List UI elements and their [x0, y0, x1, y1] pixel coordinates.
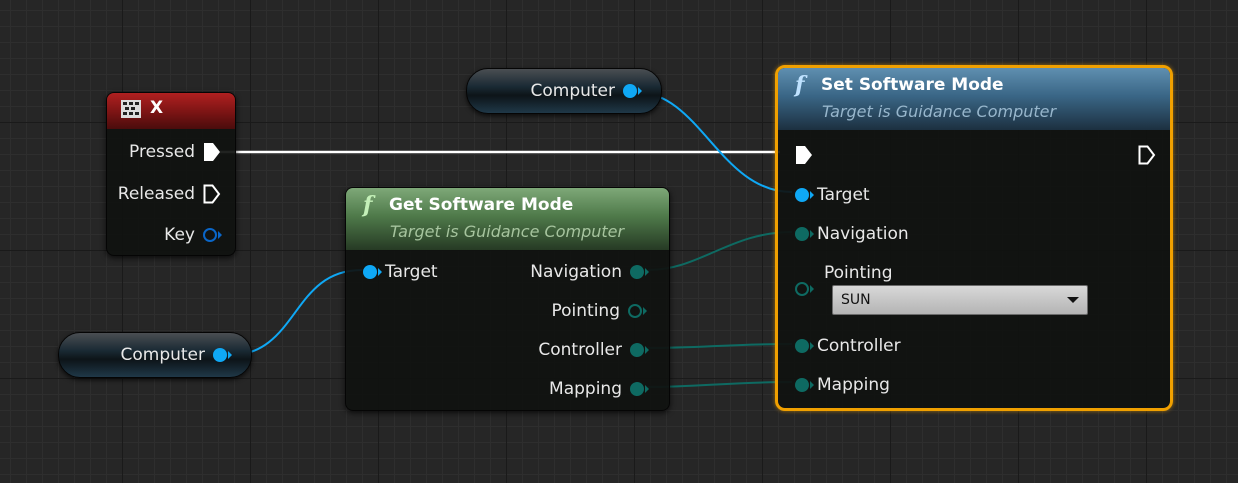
input-key-node[interactable]: X Pressed Released Key — [106, 92, 236, 256]
set-software-mode-header: f Set Software Mode Target is Guidance C… — [778, 68, 1170, 130]
object-pin-icon[interactable] — [623, 84, 642, 98]
set-mapping-pin[interactable]: Mapping — [795, 375, 890, 395]
get-navigation-pin[interactable]: Navigation — [530, 262, 649, 282]
get-mapping-pin[interactable]: Mapping — [549, 379, 649, 399]
exec-in-icon[interactable] — [795, 145, 813, 165]
struct-pin-icon[interactable] — [795, 339, 814, 353]
get-software-mode-title: Get Software Mode — [389, 195, 574, 215]
get-mapping-label: Mapping — [549, 379, 622, 399]
set-navigation-label: Navigation — [817, 224, 909, 244]
get-software-mode-node[interactable]: f Get Software Mode Target is Guidance C… — [345, 187, 670, 411]
exec-out-hollow-icon[interactable] — [1138, 145, 1156, 165]
get-target-label: Target — [385, 262, 438, 282]
set-pointing-label: Pointing — [824, 263, 893, 283]
object-pin-icon[interactable] — [795, 188, 814, 202]
set-mapping-label: Mapping — [817, 375, 890, 395]
object-pin-icon[interactable] — [213, 348, 232, 362]
get-software-mode-header: f Get Software Mode Target is Guidance C… — [346, 188, 669, 250]
struct-pin-icon[interactable] — [630, 382, 649, 396]
set-software-mode-title: Set Software Mode — [821, 75, 1004, 95]
exec-out-filled-icon[interactable] — [203, 142, 221, 162]
struct-pin-icon[interactable] — [630, 343, 649, 357]
get-navigation-label: Navigation — [530, 262, 622, 282]
pointing-dropdown[interactable]: SUN — [832, 285, 1088, 315]
released-pin[interactable]: Released — [118, 184, 221, 204]
pressed-pin-label: Pressed — [129, 142, 195, 162]
key-pin-label: Key — [164, 225, 195, 245]
get-controller-label: Controller — [538, 340, 622, 360]
object-pin-icon[interactable] — [363, 265, 382, 279]
get-controller-pin[interactable]: Controller — [538, 340, 649, 360]
function-icon: f — [795, 72, 805, 98]
input-key-node-header: X — [107, 93, 235, 129]
pointing-dropdown-value: SUN — [841, 292, 871, 308]
exec-out-hollow-icon[interactable] — [203, 184, 221, 204]
chevron-down-icon — [1067, 297, 1079, 303]
computer-variable-node-top[interactable]: Computer — [466, 68, 662, 114]
function-icon: f — [363, 192, 373, 218]
struct-pin-hollow-icon[interactable] — [628, 304, 647, 318]
struct-pin-icon[interactable] — [795, 227, 814, 241]
computer-output-pin-bottom[interactable]: Computer — [120, 345, 232, 365]
get-target-pin[interactable]: Target — [363, 262, 438, 282]
key-pin-connector-icon[interactable] — [203, 228, 222, 242]
key-pin[interactable]: Key — [164, 225, 222, 245]
get-software-mode-subtitle: Target is Guidance Computer — [390, 222, 625, 241]
released-pin-label: Released — [117, 184, 195, 204]
input-key-node-title: X — [150, 98, 164, 118]
set-target-label: Target — [817, 185, 870, 205]
set-pointing-connector-icon[interactable] — [795, 282, 814, 296]
computer-to-set-target-wire[interactable] — [635, 91, 793, 193]
struct-pin-icon[interactable] — [630, 265, 649, 279]
computer-variable-label-bottom: Computer — [120, 345, 205, 365]
set-navigation-pin[interactable]: Navigation — [795, 224, 909, 244]
set-target-pin[interactable]: Target — [795, 185, 870, 205]
set-software-mode-node[interactable]: f Set Software Mode Target is Guidance C… — [775, 65, 1173, 411]
computer-variable-label-top: Computer — [530, 81, 615, 101]
set-controller-label: Controller — [817, 336, 901, 356]
keyboard-icon — [121, 100, 141, 118]
pressed-pin[interactable]: Pressed — [129, 142, 221, 162]
get-pointing-label: Pointing — [551, 301, 621, 321]
set-controller-pin[interactable]: Controller — [795, 336, 901, 356]
get-pointing-pin[interactable]: Pointing — [551, 301, 647, 321]
struct-pin-icon[interactable] — [795, 378, 814, 392]
computer-variable-node-bottom[interactable]: Computer — [58, 332, 252, 378]
computer-output-pin-top[interactable]: Computer — [530, 81, 642, 101]
set-software-mode-subtitle: Target is Guidance Computer — [822, 102, 1057, 121]
